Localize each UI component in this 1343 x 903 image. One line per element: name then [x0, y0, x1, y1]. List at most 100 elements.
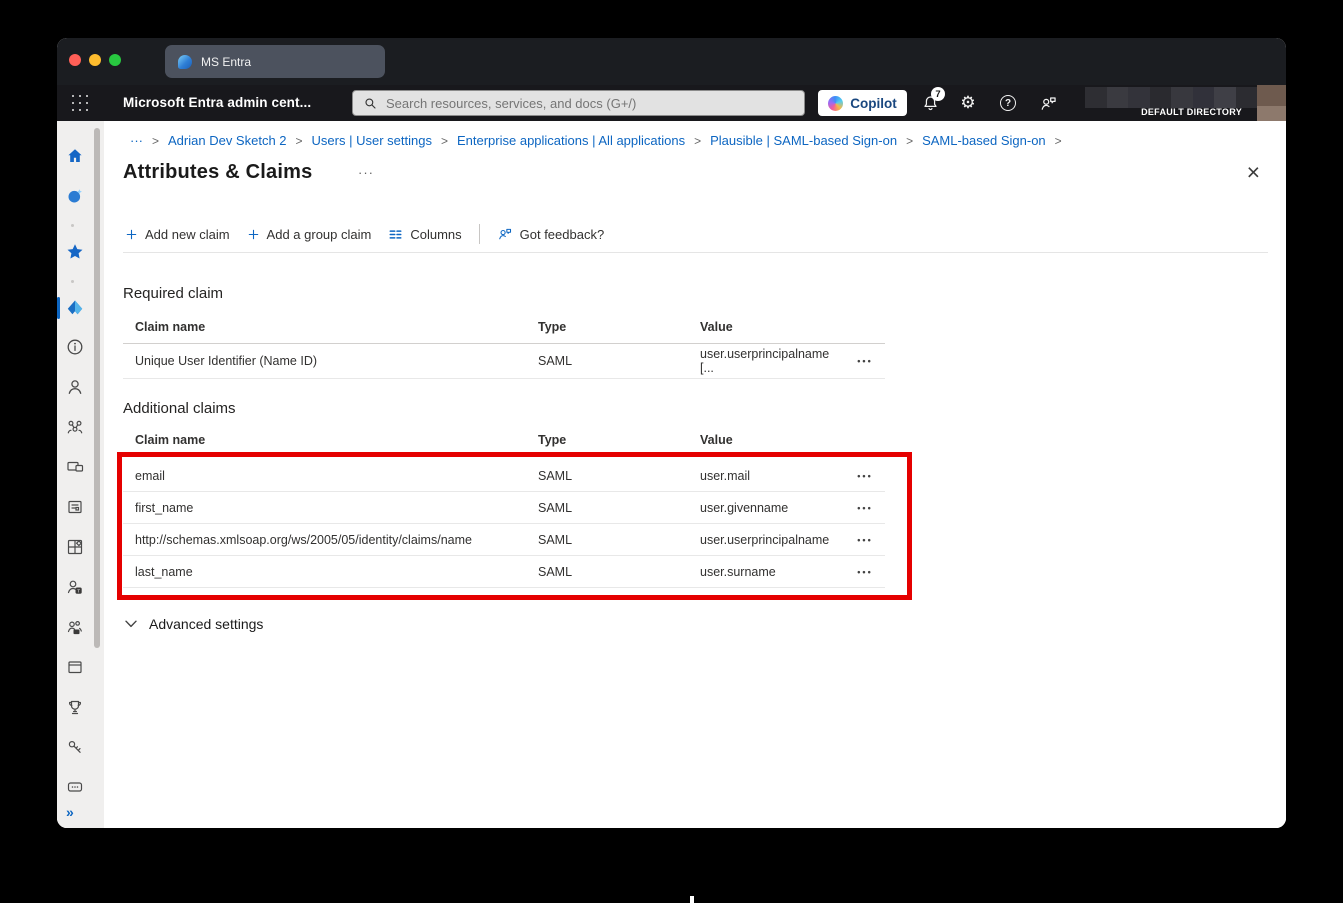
close-panel-icon[interactable]: × — [1247, 161, 1260, 183]
sidebar-expand-button[interactable]: » — [66, 804, 73, 820]
claim-row[interactable]: last_name SAML user.surname ••• — [123, 556, 885, 588]
breadcrumb-item[interactable]: Users | User settings — [312, 133, 432, 148]
sidebar-item-users[interactable] — [61, 373, 89, 401]
add-new-claim-button[interactable]: Add new claim — [125, 227, 230, 242]
required-claim-table: Claim name Type Value Unique User Identi… — [123, 311, 885, 379]
advanced-settings-toggle[interactable]: Advanced settings — [125, 616, 263, 632]
claim-value-cell: user.mail — [700, 469, 845, 483]
external-identities-icon — [65, 617, 85, 637]
row-more-options-icon[interactable]: ••• — [845, 471, 885, 481]
feedback-icon[interactable] — [1038, 93, 1058, 113]
sidebar-item-entra-id[interactable] — [61, 294, 89, 322]
waffle-menu-icon[interactable] — [71, 94, 89, 112]
entra-id-icon — [65, 298, 85, 318]
claim-name-cell: Unique User Identifier (Name ID) — [123, 354, 538, 368]
sidebar-item-info[interactable] — [61, 333, 89, 361]
billing-icon — [65, 497, 85, 517]
sidebar-item-favorites-star[interactable] — [61, 238, 89, 266]
close-window-button[interactable] — [69, 54, 81, 66]
sidebar-item-protection[interactable] — [61, 733, 89, 761]
sidebar-item-app-proxy[interactable] — [61, 653, 89, 681]
sidebar-item-applications[interactable] — [61, 533, 89, 561]
sidebar-item-devices[interactable] — [61, 453, 89, 481]
app-proxy-icon — [65, 657, 85, 677]
row-more-options-icon[interactable]: ••• — [845, 503, 885, 513]
breadcrumb-item[interactable]: SAML-based Sign-on — [922, 133, 1046, 148]
claim-value-cell: user.userprincipalname — [700, 533, 845, 547]
got-feedback-button[interactable]: Got feedback? — [497, 226, 605, 242]
breadcrumb-separator: > — [906, 134, 913, 148]
table-header: Claim name Type Value — [123, 311, 885, 344]
sidebar-item-roles-admins[interactable]: T — [61, 573, 89, 601]
columns-button[interactable]: Columns — [388, 227, 461, 242]
devices-icon — [65, 457, 85, 477]
sidebar-item-home[interactable] — [61, 142, 89, 170]
claim-type-cell: SAML — [538, 501, 700, 515]
col-claim-name: Claim name — [123, 320, 538, 334]
sidebar-item-groups[interactable] — [61, 413, 89, 441]
additional-claims-heading: Additional claims — [123, 400, 236, 417]
row-more-options-icon[interactable]: ••• — [845, 535, 885, 545]
search-icon — [363, 96, 378, 111]
bottom-center-artifact — [690, 896, 694, 903]
global-search[interactable] — [352, 90, 805, 116]
home-icon — [65, 146, 85, 166]
breadcrumb-separator: > — [1055, 134, 1062, 148]
claim-type-cell: SAML — [538, 565, 700, 579]
additional-claims-table: Claim name Type Value email SAML user.ma… — [123, 428, 885, 588]
protection-icon — [65, 737, 85, 757]
left-nav-sidebar: » T — [57, 121, 104, 828]
breadcrumb-separator: > — [694, 134, 701, 148]
zoom-window-button[interactable] — [109, 54, 121, 66]
claim-value-cell: user.surname — [700, 565, 845, 579]
sidebar-item-external-identities[interactable] — [61, 613, 89, 641]
tab-title: MS Entra — [201, 55, 251, 69]
sidebar-item-governance[interactable] — [61, 693, 89, 721]
col-type: Type — [538, 320, 700, 334]
settings-gear-icon[interactable]: ⚙ — [958, 93, 978, 113]
app-title[interactable]: Microsoft Entra admin cent... — [123, 95, 311, 110]
sidebar-scrollbar[interactable] — [94, 128, 100, 648]
command-toolbar: Add new claim Add a group claim Columns … — [125, 223, 604, 245]
page-title-more-icon[interactable]: ··· — [358, 165, 374, 180]
breadcrumb-item[interactable]: Adrian Dev Sketch 2 — [168, 133, 287, 148]
minimize-window-button[interactable] — [89, 54, 101, 66]
breadcrumb-item[interactable]: Enterprise applications | All applicatio… — [457, 133, 685, 148]
sidebar-item-license[interactable] — [61, 773, 89, 801]
info-icon — [65, 337, 85, 357]
avatar[interactable] — [1257, 85, 1286, 121]
copilot-button[interactable]: Copilot — [818, 90, 907, 116]
help-icon[interactable]: ? — [998, 93, 1018, 113]
row-more-options-icon[interactable]: ••• — [845, 567, 885, 577]
license-icon — [65, 777, 85, 797]
macos-titlebar: MS Entra — [57, 38, 1286, 85]
sidebar-item-copilot[interactable] — [61, 182, 89, 210]
sidebar-item-billing[interactable] — [61, 493, 89, 521]
toolbar-divider — [479, 224, 480, 244]
redacted-tenant-info — [1085, 87, 1257, 108]
claim-type-cell: SAML — [538, 533, 700, 547]
col-value: Value — [700, 320, 845, 334]
notification-count-badge[interactable]: 7 — [931, 87, 945, 101]
copilot-logo-icon — [828, 96, 843, 111]
claim-name-cell: first_name — [123, 501, 538, 515]
claim-name-cell: email — [123, 469, 538, 483]
browser-tab[interactable]: MS Entra — [165, 45, 385, 78]
claim-row[interactable]: first_name SAML user.givenname ••• — [123, 492, 885, 524]
breadcrumb-item[interactable]: Plausible | SAML-based Sign-on — [710, 133, 897, 148]
col-type: Type — [538, 433, 700, 447]
row-more-options-icon[interactable]: ••• — [845, 356, 885, 366]
claim-row[interactable]: email SAML user.mail ••• — [123, 460, 885, 492]
claim-row[interactable]: http://schemas.xmlsoap.org/ws/2005/05/id… — [123, 524, 885, 556]
page-title: Attributes & Claims — [123, 161, 312, 184]
required-claim-heading: Required claim — [123, 285, 223, 302]
search-input[interactable] — [386, 96, 786, 111]
claim-value-cell: user.userprincipalname [... — [700, 347, 845, 375]
nav-group-dot — [71, 224, 74, 227]
add-group-claim-button[interactable]: Add a group claim — [247, 227, 372, 242]
breadcrumb-overflow[interactable]: ··· — [130, 133, 143, 148]
claim-row[interactable]: Unique User Identifier (Name ID) SAML us… — [123, 344, 885, 379]
breadcrumb-separator: > — [296, 134, 303, 148]
table-header: Claim name Type Value — [123, 428, 885, 452]
applications-icon — [65, 537, 85, 557]
